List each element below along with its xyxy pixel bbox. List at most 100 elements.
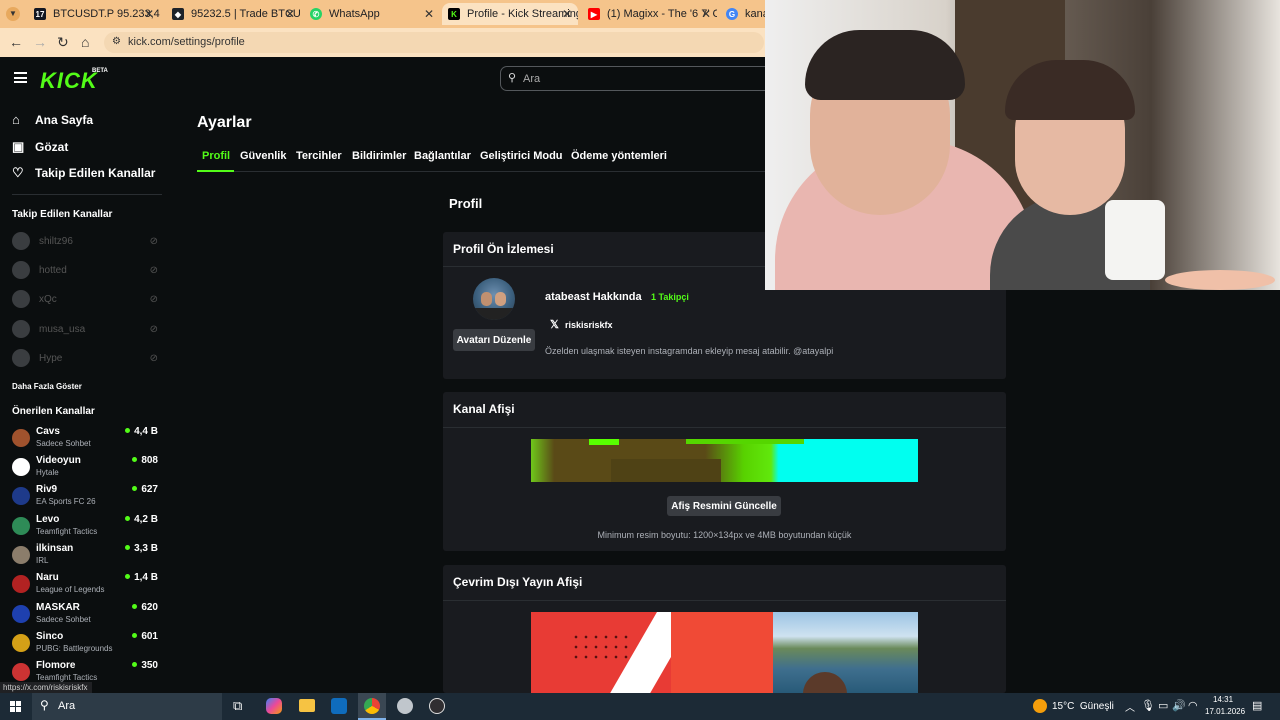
browser-tab[interactable]: ▶(1) Magixx - The '6 7' Crin✕ <box>582 3 717 25</box>
clock-time[interactable]: 14:31 <box>1213 695 1233 704</box>
avatar <box>12 575 30 593</box>
clock-date[interactable]: 17.01.2026 <box>1205 707 1245 716</box>
taskbar-search[interactable]: ⚲ Ara <box>32 693 222 720</box>
outlook-icon[interactable] <box>331 698 347 714</box>
update-banner-button[interactable]: Afiş Resmini Güncelle <box>667 496 781 516</box>
recommended-channel[interactable]: MASKAR Sadece Sohbet 620 <box>12 602 160 630</box>
followed-channel[interactable]: musa_usa ⊘ <box>12 319 160 339</box>
browser-tab-active[interactable]: K Profile - Kick Streaming ✕ <box>442 3 578 25</box>
close-icon[interactable]: ✕ <box>144 7 154 21</box>
profile-avatar[interactable] <box>473 278 515 320</box>
recommended-channel[interactable]: Riv9 EA Sports FC 26 627 <box>12 484 160 512</box>
channel-category: IRL <box>36 556 49 565</box>
avatar <box>12 517 30 535</box>
kick-logo[interactable]: KICK <box>40 68 98 94</box>
channel-name: hotted <box>39 264 67 276</box>
followed-channel[interactable]: shiltz96 ⊘ <box>12 231 160 251</box>
viewer-count: 4,2 B <box>125 514 158 525</box>
recommended-channel[interactable]: Sinco PUBG: Battlegrounds 601 <box>12 631 160 659</box>
tab-payment[interactable]: Ödeme yöntemleri <box>571 150 667 162</box>
sidebar-item-browse[interactable]: ▣ Gözat <box>12 139 68 155</box>
network-icon[interactable]: ▭ <box>1158 699 1168 712</box>
recommended-channel[interactable]: Naru League of Legends 1,4 B <box>12 572 160 600</box>
sidebar-item-home[interactable]: ⌂ Ana Sayfa <box>12 112 93 127</box>
tab-security[interactable]: Güvenlik <box>240 150 286 162</box>
chrome-icon[interactable] <box>358 693 386 720</box>
viewer-count-text: 3,3 B <box>134 543 158 554</box>
home-icon[interactable]: ⌂ <box>81 34 89 50</box>
about-heading: atabeast Hakkında <box>545 291 642 303</box>
nav-label: Gözat <box>35 140 69 154</box>
recommended-channel[interactable]: ilkinsan IRL 3,3 B <box>12 543 160 571</box>
nav-label: Ana Sayfa <box>35 112 94 127</box>
edit-avatar-button[interactable]: Avatarı Düzenle <box>453 329 535 351</box>
wifi-icon[interactable]: ◠ <box>1188 699 1198 712</box>
live-dot-icon <box>132 457 138 462</box>
sidebar-item-following[interactable]: ♡ Takip Edilen Kanallar <box>12 165 155 181</box>
home-icon: ⌂ <box>12 112 20 127</box>
tab-developer[interactable]: Geliştirici Modu <box>480 150 563 162</box>
app-icon[interactable] <box>397 698 413 714</box>
followed-channel[interactable]: hotted ⊘ <box>12 260 160 280</box>
close-icon[interactable]: ✕ <box>701 7 711 21</box>
viewer-count: 620 <box>132 602 158 613</box>
tab-connections[interactable]: Bağlantılar <box>414 150 471 162</box>
copilot-icon[interactable] <box>266 698 282 714</box>
show-more-link[interactable]: Daha Fazla Göster <box>12 382 82 391</box>
social-link[interactable]: riskisriskfx <box>565 320 613 330</box>
avatar <box>12 634 30 652</box>
volume-icon[interactable]: 🔊 <box>1172 699 1186 712</box>
tray-chevron-icon[interactable]: ︿ <box>1125 699 1135 714</box>
channel-category: PUBG: Battlegrounds <box>36 644 113 653</box>
divider <box>12 194 162 195</box>
bio-text: Özelden ulaşmak isteyen instagramdan ekl… <box>545 346 834 356</box>
offline-banner-card: Çevrim Dışı Yayın Afişi <box>443 565 1006 693</box>
reload-icon[interactable]: ↻ <box>57 34 69 51</box>
avatar <box>12 458 30 476</box>
tab-preferences[interactable]: Tercihler <box>296 150 342 162</box>
close-icon[interactable]: ✕ <box>424 7 434 21</box>
forward-icon[interactable]: → <box>33 34 47 50</box>
viewer-count-text: 601 <box>141 631 158 642</box>
channel-name: Hype <box>39 352 63 364</box>
live-dot-icon <box>132 604 138 609</box>
youtube-icon: ▶ <box>588 8 600 20</box>
nav-label: Takip Edilen Kanallar <box>35 166 156 180</box>
card-title: Kanal Afişi <box>453 402 515 416</box>
file-explorer-icon[interactable] <box>299 699 315 712</box>
offline-banner-image <box>531 612 918 693</box>
notifications-icon[interactable]: ▤ <box>1252 699 1262 712</box>
tab-list-button[interactable]: ▼ <box>6 7 20 21</box>
avatar <box>12 663 30 681</box>
followed-channel[interactable]: Hype ⊘ <box>12 348 160 368</box>
channel-name: Riv9 <box>36 484 58 495</box>
back-icon[interactable]: ← <box>9 34 23 50</box>
address-bar[interactable]: ⚙ kick.com/settings/profile <box>104 32 764 53</box>
recommended-channel[interactable]: Cavs Sadece Sohbet 4,4 B <box>12 426 160 454</box>
tab-notifications[interactable]: Bildirimler <box>352 150 406 162</box>
recommended-channel[interactable]: Levo Teamfight Tactics 4,2 B <box>12 514 160 542</box>
close-icon[interactable]: ✕ <box>285 7 295 21</box>
channel-category: League of Legends <box>36 585 105 594</box>
menu-icon[interactable] <box>14 72 27 83</box>
browser-tab[interactable]: ✆ WhatsApp ✕ <box>304 3 440 25</box>
tab-profile[interactable]: Profil <box>202 150 230 162</box>
sidebar: ⌂ Ana Sayfa ▣ Gözat ♡ Takip Edilen Kanallar… <box>0 101 170 693</box>
viewer-count: 350 <box>132 660 158 671</box>
browser-tab[interactable]: ◆95232.5 | Trade BTCUSDT✕ <box>166 3 301 25</box>
browser-tab[interactable]: Gkanal a <box>720 3 765 25</box>
close-icon[interactable]: ✕ <box>562 7 572 21</box>
site-info-icon[interactable]: ⚙ <box>112 36 121 47</box>
weather-text[interactable]: 15°C Güneşli <box>1052 701 1114 712</box>
obs-icon[interactable] <box>429 698 445 714</box>
task-view-icon[interactable]: ⧉ <box>233 698 242 714</box>
offline-icon: ⊘ <box>149 235 158 247</box>
microphone-icon[interactable]: 🎙 <box>1141 699 1155 712</box>
windows-start-icon[interactable] <box>10 701 21 712</box>
viewer-count-text: 620 <box>141 602 158 613</box>
followed-channel[interactable]: xQc ⊘ <box>12 289 160 309</box>
recommended-channel[interactable]: Videoyun Hytale 808 <box>12 455 160 483</box>
browser-tab[interactable]: 17BTCUSDT.P 95.233,4 ▼ −0,✕ <box>28 3 160 25</box>
search-input[interactable]: ⚲ Ara <box>500 66 780 91</box>
avatar <box>12 349 30 367</box>
